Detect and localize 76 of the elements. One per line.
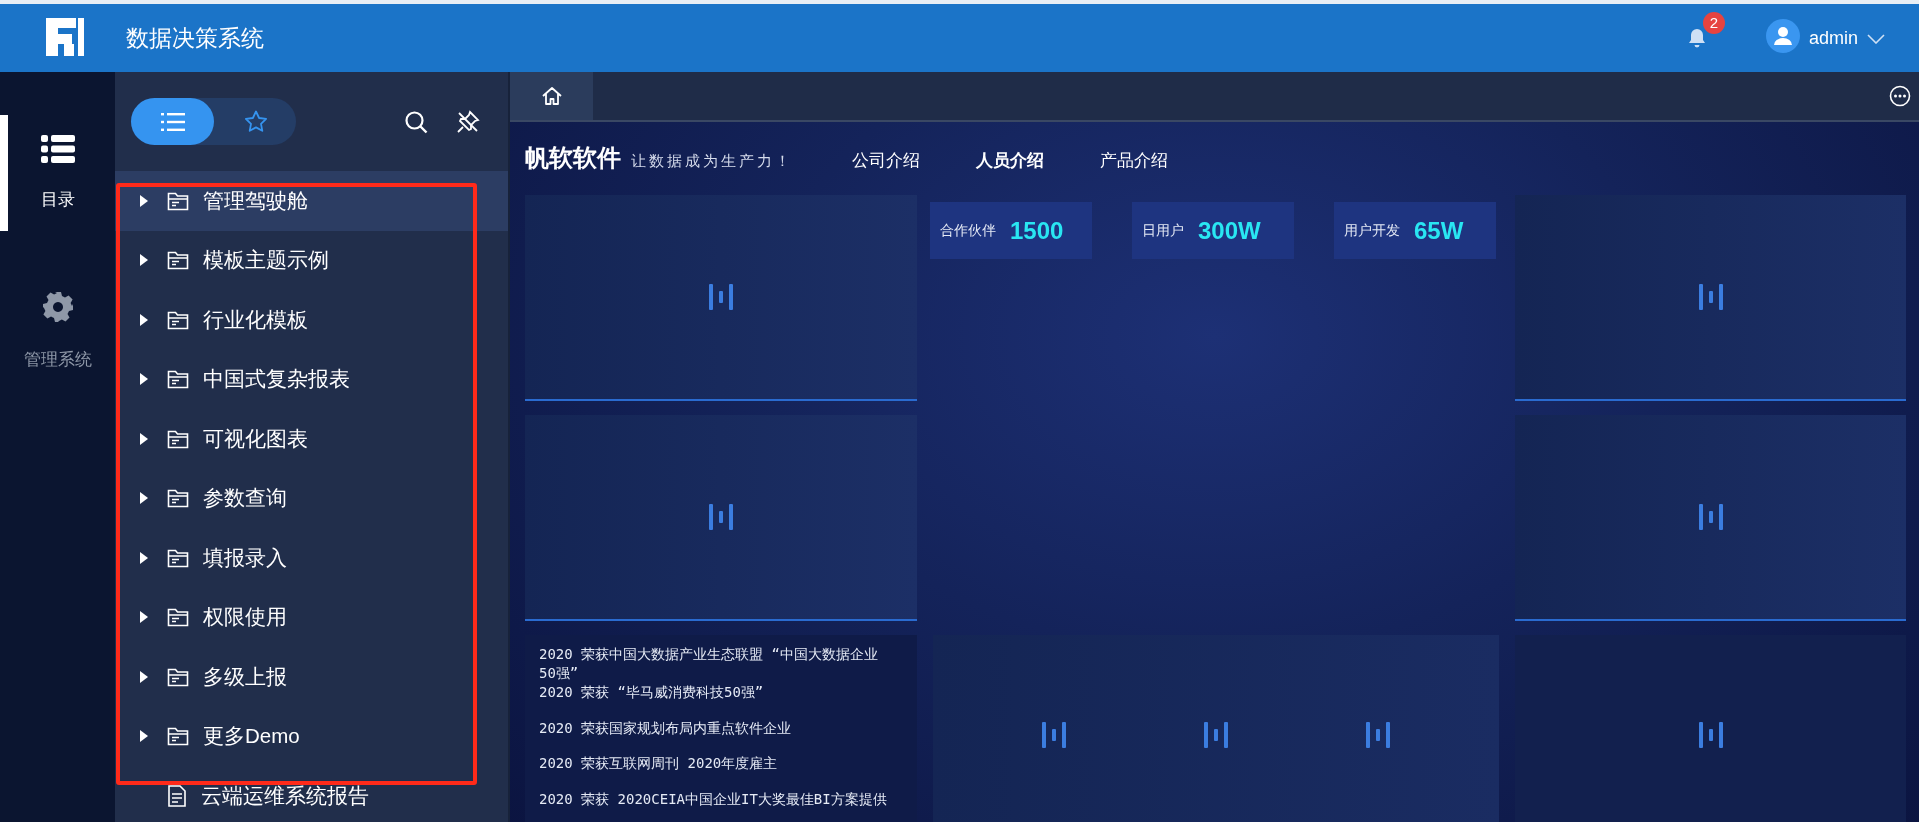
list-icon [40,135,75,163]
folder-icon [167,607,189,628]
chevron-down-icon[interactable] [1867,33,1885,44]
folder-icon [167,726,189,747]
caret-right-icon [139,669,149,684]
news-item: 2020 荣获 2020CEIA中国企业IT大奖最佳BI方案提供 [539,789,888,809]
tree-item[interactable]: 管理驾驶舱 [115,171,508,231]
slogan: 让数据成为生产力！ [631,152,793,171]
star-icon [243,110,268,133]
notification-badge: 2 [1702,12,1725,34]
loading-icon [708,284,734,310]
news-item: 2020 荣获国家规划布局内重点软件企业 [539,718,793,738]
caret-right-icon [139,729,149,744]
folder-icon [167,190,189,211]
folder-icon [167,428,189,449]
rail-label: 目录 [40,189,75,211]
tree-item[interactable]: 参数查询 [115,468,508,528]
tree-item[interactable]: 可视化图表 [115,409,508,469]
rail-item[interactable]: 目录 [0,115,115,231]
tree-item[interactable]: 模板主题示例 [115,230,508,290]
loading-icon [1697,504,1724,530]
nav-link[interactable]: 人员介绍 [976,149,1044,172]
app-title: 数据决策系统 [126,23,264,53]
caret-right-icon [139,253,149,268]
caret-right-icon [139,372,149,387]
loading-icon [1203,722,1229,748]
view-tab[interactable] [131,98,214,145]
caret-right-icon [139,431,149,446]
stat-value: 65W [1414,216,1464,245]
home-icon [540,86,563,106]
settings-icon [41,291,74,323]
user-name[interactable]: admin [1808,27,1858,49]
folder-icon [167,250,189,271]
loading-icon [1697,722,1724,748]
bell-icon [1687,28,1706,48]
avatar-icon [1765,18,1800,53]
news-item: 2020 荣获互联网周刊 2020年度雇主 [539,754,779,773]
stat-value: 1500 [1010,216,1064,245]
stat-value: 300W [1198,216,1261,245]
stat-label: 日用户 [1142,221,1184,240]
nav-link[interactable]: 公司介绍 [852,149,920,172]
document-icon [167,784,187,807]
loading-icon [1697,284,1724,310]
brand-title: 帆软软件 [525,143,621,173]
stat-label: 用户开发 [1344,221,1400,240]
news-item: 2020 荣获中国大数据产业生态联盟 “中国大数据企业50强” [539,645,879,683]
tree-item[interactable]: 权限使用 [115,587,508,647]
caret-right-icon [139,193,149,208]
caret-right-icon [139,610,149,625]
loading-icon [1041,722,1067,748]
list-icon [160,112,185,131]
folder-icon [167,488,189,509]
folder-icon [167,309,189,330]
rail-label: 管理系统 [23,349,92,371]
rail-item[interactable]: 管理系统 [0,271,115,391]
loading-icon [708,504,734,530]
tree-item[interactable]: 更多Demo [115,706,508,766]
loading-icon [1365,722,1391,748]
caret-right-icon [139,312,149,327]
caret-right-icon [139,491,149,506]
folder-icon [167,547,189,568]
tree-item[interactable]: 行业化模板 [115,290,508,350]
search-icon[interactable] [404,109,428,134]
tree-item[interactable]: 中国式复杂报表 [115,349,508,409]
folder-icon [167,666,189,687]
nav-link[interactable]: 产品介绍 [1100,149,1168,172]
caret-right-icon [139,550,149,565]
tree-item[interactable]: 云端运维系统报告 [115,766,508,822]
home-tab[interactable] [510,72,593,120]
folder-icon [167,369,189,390]
news-item: 2020 荣获 “毕马威消费科技50强” [539,683,765,702]
pin-icon[interactable] [456,109,480,134]
more-icon[interactable] [1889,85,1911,107]
tree-item[interactable]: 填报录入 [115,528,508,588]
tree-item[interactable]: 多级上报 [115,647,508,707]
stat-label: 合作伙伴 [940,221,996,240]
